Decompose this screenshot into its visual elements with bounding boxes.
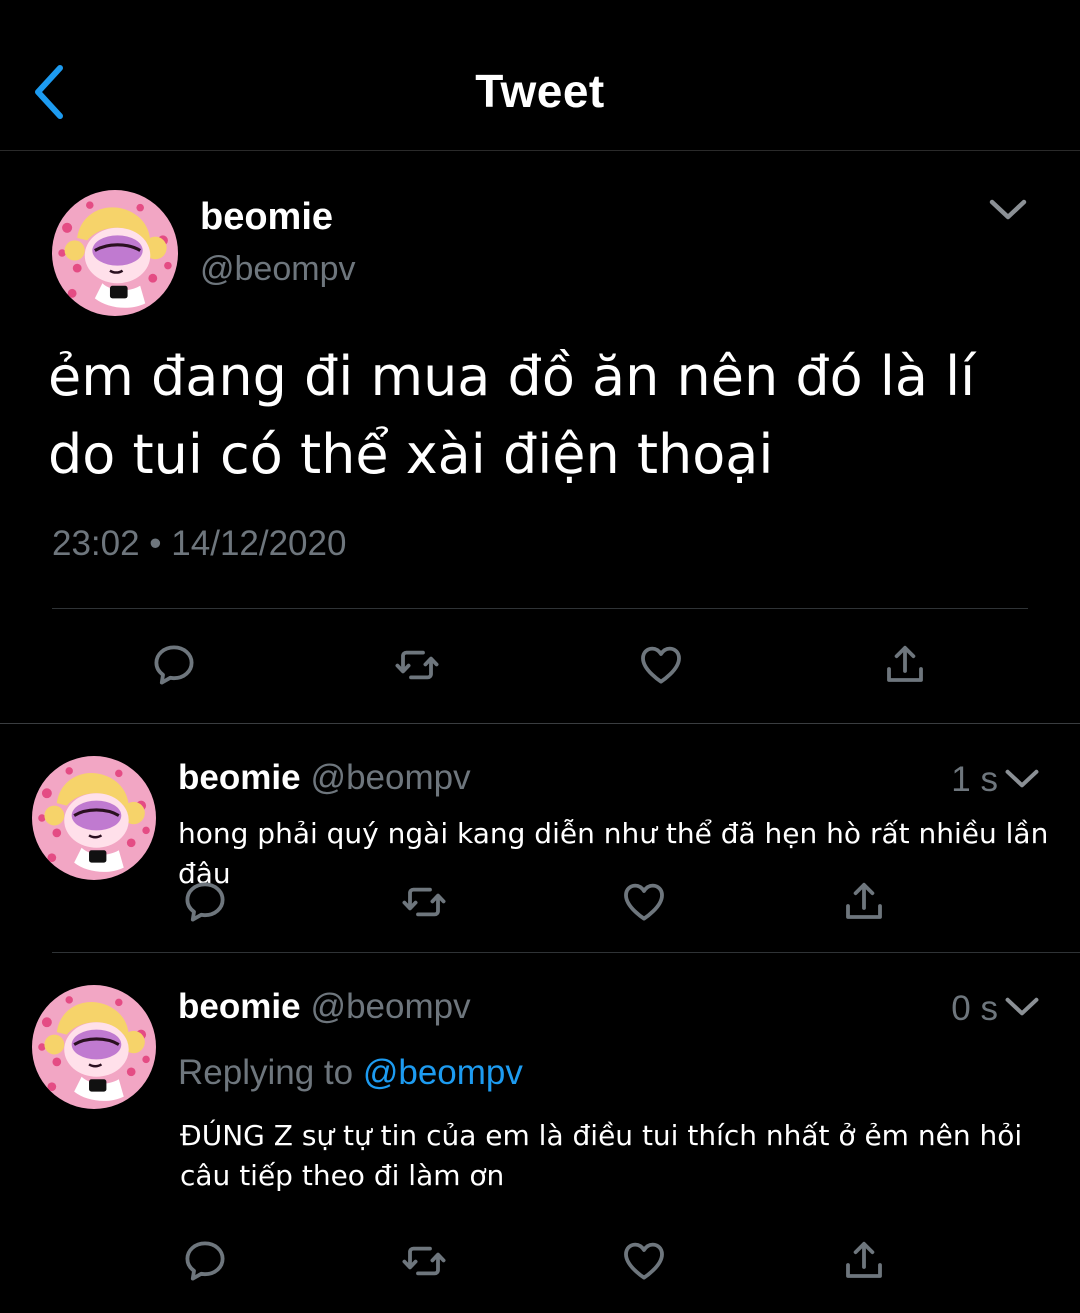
reply-header: beomie @beompv bbox=[178, 987, 471, 1027]
replying-label: Replying to bbox=[178, 1053, 354, 1092]
divider bbox=[52, 608, 1028, 609]
like-icon[interactable] bbox=[620, 1237, 668, 1285]
avatar[interactable] bbox=[32, 756, 156, 880]
reply-icon[interactable] bbox=[150, 641, 198, 689]
avatar[interactable] bbox=[32, 985, 156, 1109]
chevron-down-icon[interactable] bbox=[1004, 996, 1040, 1018]
mention-link[interactable]: @beompv bbox=[363, 1053, 523, 1092]
reply-text: ĐÚNG Z sự tự tin của em là điều tui thíc… bbox=[180, 1119, 1023, 1192]
author-handle[interactable]: @beompv bbox=[200, 250, 355, 289]
reply-icon[interactable] bbox=[181, 1237, 229, 1285]
author-name[interactable]: beomie bbox=[178, 758, 301, 797]
retweet-icon[interactable] bbox=[400, 878, 448, 926]
tweet-text: ẻm đang đi mua đồ ăn nên đó là lí do tui… bbox=[48, 345, 976, 486]
divider bbox=[52, 952, 1080, 953]
top-bar: Tweet bbox=[0, 0, 1080, 151]
like-icon[interactable] bbox=[637, 641, 685, 689]
share-icon[interactable] bbox=[840, 878, 888, 926]
page-title: Tweet bbox=[475, 65, 605, 117]
chevron-down-icon[interactable] bbox=[988, 198, 1028, 222]
author-handle[interactable]: @beompv bbox=[311, 987, 471, 1026]
retweet-icon[interactable] bbox=[400, 1237, 448, 1285]
reply-time: 0 s bbox=[951, 989, 998, 1028]
reply-icon[interactable] bbox=[181, 878, 229, 926]
retweet-icon[interactable] bbox=[393, 641, 441, 689]
like-icon[interactable] bbox=[620, 878, 668, 926]
reply-header: beomie @beompv bbox=[178, 758, 471, 798]
replying-to-line: Replying to @beompv bbox=[178, 1053, 523, 1093]
tweet-timestamp: 23:02 • 14/12/2020 bbox=[52, 524, 347, 563]
share-icon[interactable] bbox=[881, 641, 929, 689]
author-handle[interactable]: @beompv bbox=[311, 758, 471, 797]
avatar[interactable] bbox=[52, 190, 178, 316]
divider bbox=[0, 723, 1080, 724]
reply-time: 1 s bbox=[951, 760, 998, 799]
share-icon[interactable] bbox=[840, 1237, 888, 1285]
chevron-down-icon[interactable] bbox=[1004, 768, 1040, 790]
author-name[interactable]: beomie bbox=[178, 987, 301, 1026]
author-name[interactable]: beomie bbox=[200, 196, 333, 239]
